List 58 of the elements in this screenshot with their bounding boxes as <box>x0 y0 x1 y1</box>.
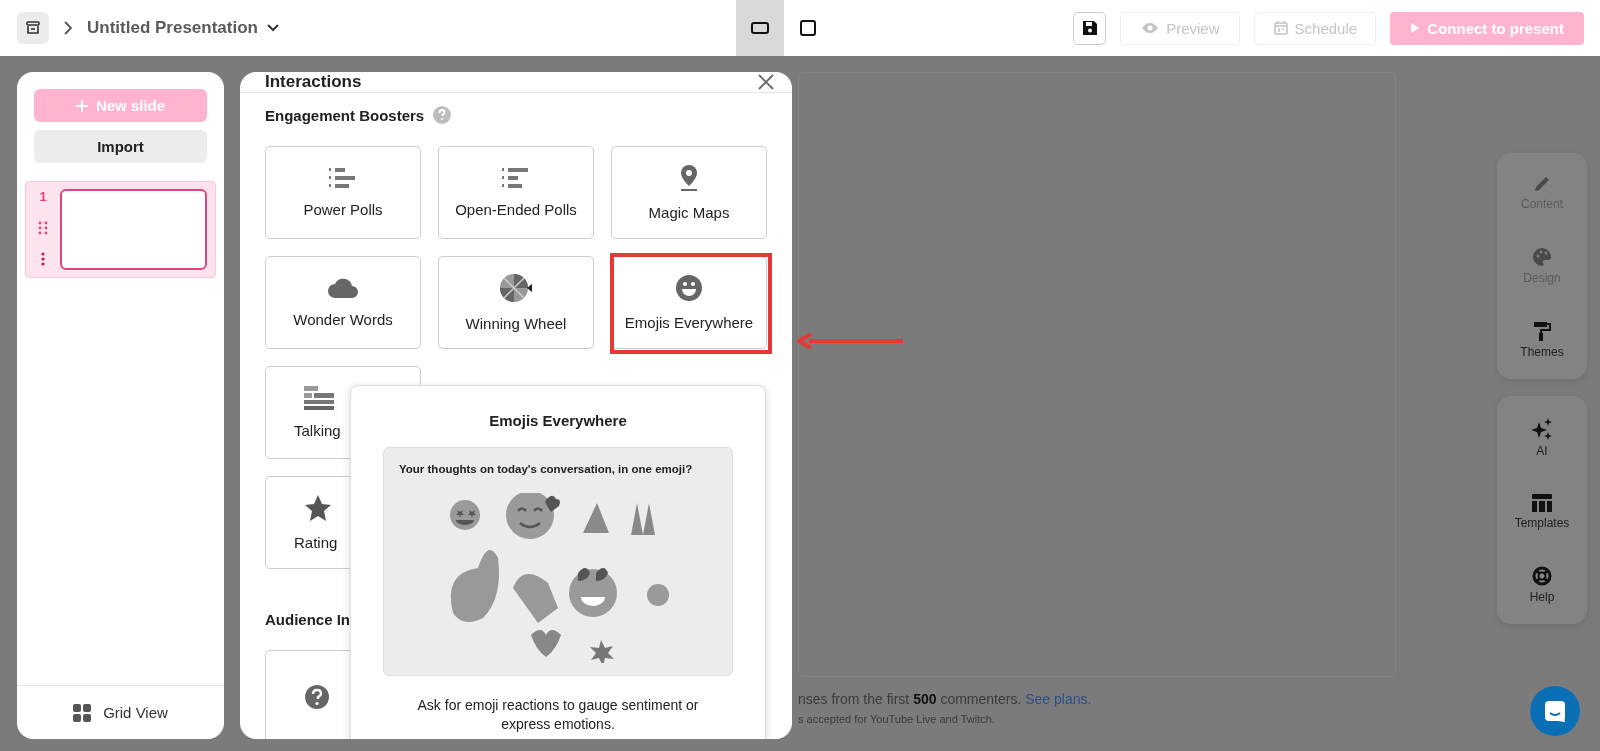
more-options-icon <box>41 252 45 266</box>
chevron-right-icon <box>63 20 73 36</box>
import-button[interactable]: Import <box>34 130 207 163</box>
interaction-card[interactable]: Winning Wheel <box>438 256 594 349</box>
plus-icon <box>75 99 88 112</box>
presentation-title[interactable]: Untitled Presentation <box>87 18 279 38</box>
footer-subnote: s accepted for YouTube Live and Twitch. <box>798 713 996 725</box>
play-icon <box>1410 22 1421 34</box>
interaction-card[interactable]: Open-Ended Polls <box>438 146 594 239</box>
archive-icon <box>25 20 41 36</box>
palette-icon <box>1532 247 1552 267</box>
save-icon <box>1081 20 1098 36</box>
lifebuoy-icon <box>1532 566 1552 586</box>
section-heading: Engagement Boosters <box>265 106 425 124</box>
pencil-icon <box>1533 175 1551 193</box>
popup-description: Ask for emoji reactions to gauge sentiment or express emotions. <box>416 696 700 734</box>
widescreen-icon <box>751 21 769 35</box>
caret-down-icon <box>266 24 279 32</box>
wheel-icon <box>499 273 533 303</box>
interaction-card[interactable]: Wonder Words <box>265 256 421 349</box>
square-icon <box>800 20 816 36</box>
stacked-bars-icon <box>304 386 334 410</box>
tool-button[interactable]: Templates <box>1497 494 1587 530</box>
view-mode-button[interactable] <box>736 0 784 56</box>
smiley-icon <box>675 274 703 302</box>
tool-button[interactable]: AI <box>1497 418 1587 458</box>
drag-handle-icon <box>38 221 48 235</box>
map-pin-icon <box>678 164 700 192</box>
cloud-icon <box>327 277 359 299</box>
star-icon <box>304 494 332 522</box>
grid-icon <box>73 703 92 722</box>
calendar-icon <box>1273 21 1288 35</box>
slide-number: 1 <box>39 189 47 204</box>
sparkles-icon <box>1531 418 1553 440</box>
grid-view-button[interactable]: Grid View <box>17 685 224 739</box>
tool-button[interactable]: Help <box>1497 566 1587 604</box>
section-heading: Audience In <box>265 611 351 628</box>
numbered-bars-icon <box>329 167 357 189</box>
archive-button[interactable] <box>17 12 49 44</box>
popup-title: Emojis Everywhere <box>489 412 627 429</box>
save-button[interactable] <box>1073 11 1107 45</box>
close-button[interactable] <box>758 74 774 90</box>
chat-button[interactable] <box>1530 686 1580 736</box>
question-circle-icon <box>304 683 330 710</box>
interaction-card[interactable]: Power Polls <box>265 146 421 239</box>
table-icon <box>1532 494 1552 512</box>
panel-title: Interactions <box>265 72 362 92</box>
footer-note: nses from the first 500 commenters. See plans. <box>798 691 1093 707</box>
paint-roller-icon <box>1533 321 1551 341</box>
interaction-card[interactable]: Magic Maps <box>611 146 767 239</box>
help-icon <box>433 106 452 124</box>
chat-icon <box>1544 700 1566 722</box>
tool-button[interactable]: Themes <box>1497 321 1587 359</box>
numbered-bars-icon <box>502 167 530 189</box>
preview-question: Your thoughts on today's conversation, in one emoji? <box>399 463 693 475</box>
eye-icon <box>1141 22 1160 34</box>
slide-item[interactable]: 1 <box>25 181 216 278</box>
close-icon <box>758 74 774 90</box>
